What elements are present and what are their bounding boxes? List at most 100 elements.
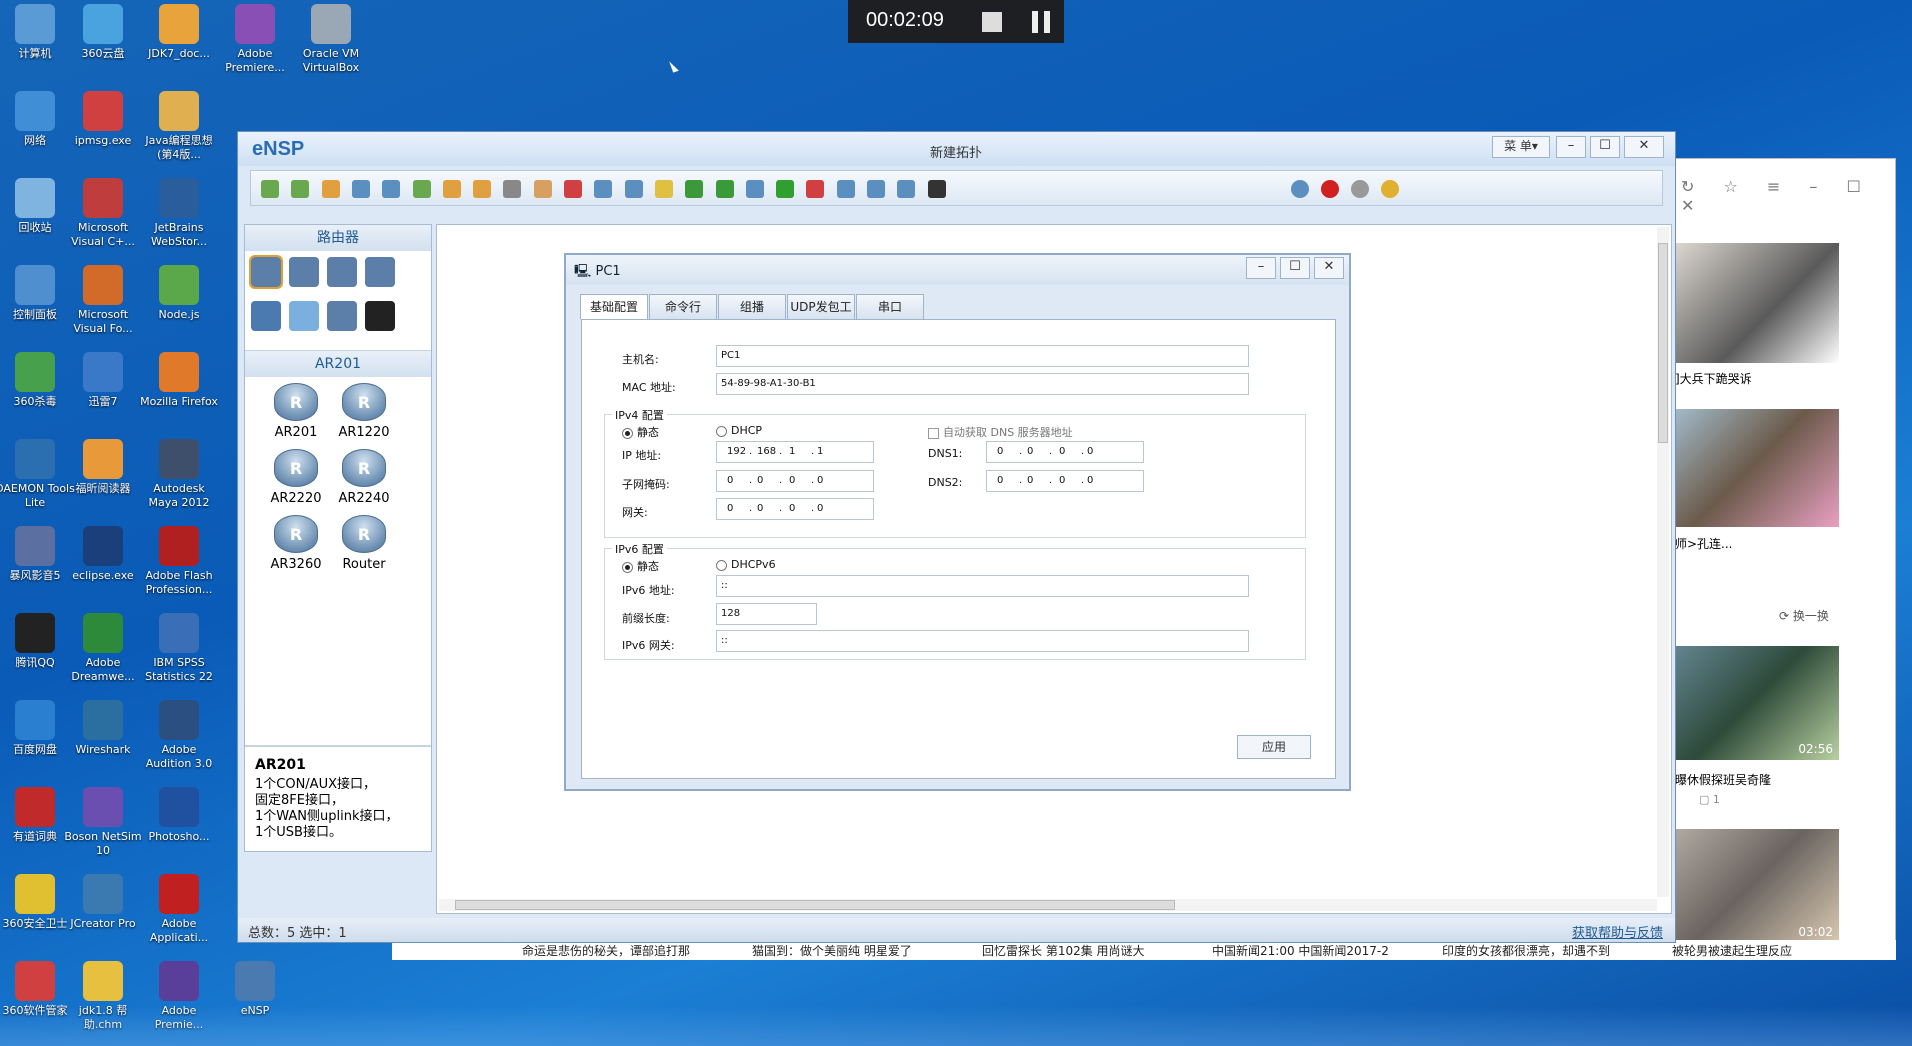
device-category-icon[interactable] (365, 257, 395, 287)
toolbar-icon[interactable] (533, 180, 552, 198)
dhcp-radio[interactable]: DHCP (716, 424, 762, 437)
desktop-icon[interactable]: Java编程思想(第4版... (138, 89, 220, 162)
menu-button[interactable]: 菜 单▾ (1492, 136, 1550, 158)
desktop-icon[interactable]: JDK7_doc... (138, 2, 220, 61)
toolbar-icon[interactable] (806, 180, 825, 198)
toolbar-icon[interactable] (473, 180, 492, 198)
desktop-icon[interactable]: 迅雷7 (62, 350, 144, 409)
toolbar-icon[interactable] (927, 180, 946, 198)
prefix-field[interactable]: 128 (716, 603, 817, 625)
device-category-icon[interactable] (289, 301, 319, 331)
toolbar-icon[interactable] (1321, 180, 1339, 198)
toolbar-icon[interactable] (1381, 180, 1399, 198)
toolbar-icon[interactable] (291, 180, 310, 198)
desktop-icon[interactable]: Adobe Dreamwe... (62, 611, 144, 684)
thumbnail-image[interactable] (1661, 409, 1839, 527)
toolbar-icon[interactable] (715, 180, 734, 198)
tab-2[interactable]: 组播 (718, 294, 786, 320)
minimize-icon[interactable]: – (1246, 257, 1276, 279)
mask-field[interactable]: 0.0.0.0 (716, 470, 874, 492)
toolbar-icon[interactable] (867, 180, 885, 198)
news-headline[interactable]: 被轮男被逮起生理反应 (1672, 942, 1792, 959)
gateway-field[interactable]: 0.0.0.0 (716, 498, 874, 520)
dns1-field[interactable]: 0.0.0.0 (986, 441, 1144, 463)
desktop-icon[interactable]: Microsoft Visual Fo... (62, 263, 144, 336)
desktop-icon[interactable]: Adobe Applicati... (138, 872, 220, 945)
device-category-icon[interactable] (365, 301, 395, 331)
tab-0[interactable]: 基础配置 (580, 294, 648, 320)
maximize-icon[interactable]: ☐ (1590, 136, 1620, 158)
news-headline[interactable]: 猫国到：做个美丽纯 明星爱了 (752, 942, 912, 959)
section-router[interactable]: 路由器 (245, 225, 431, 251)
toolbar-icon[interactable] (564, 180, 582, 198)
mac-field[interactable]: 54-89-98-A1-30-B1 (716, 373, 1249, 395)
desktop-icon[interactable]: JCreator Pro (62, 872, 144, 931)
toolbar-icon[interactable] (594, 180, 613, 198)
device-item[interactable]: R AR3260 (261, 515, 331, 572)
pause-icon[interactable] (1032, 11, 1038, 33)
video-thumbnail[interactable]: 03:02 (1661, 829, 1839, 943)
toolbar-icon[interactable] (745, 180, 764, 198)
static6-radio[interactable]: 静态 (622, 558, 659, 574)
device-item[interactable]: R Router (329, 515, 399, 572)
refresh-link[interactable]: ⟳ 换一换 (1779, 607, 1829, 624)
caption[interactable]: 奇]大兵下跪哭诉 (1663, 370, 1752, 387)
desktop-icon[interactable]: 360云盘 (62, 2, 144, 61)
vertical-scrollbar[interactable] (1657, 227, 1669, 897)
help-link[interactable]: 获取帮助与反馈 (1572, 922, 1663, 941)
auto-dns-checkbox[interactable]: 自动获取 DNS 服务器地址 (928, 424, 1073, 440)
desktop-icon[interactable]: IBM SPSS Statistics 22 (138, 611, 220, 684)
minimize-icon[interactable]: – (1556, 136, 1586, 158)
news-headline[interactable]: 中国新闻21:00 中国新闻2017-2 (1212, 942, 1389, 959)
tab-3[interactable]: UDP发包工具 (787, 294, 855, 338)
hostname-field[interactable]: PC1 (716, 345, 1249, 367)
desktop-icon[interactable]: Microsoft Visual C+... (62, 176, 144, 249)
caption[interactable]: 自曝休假探班吴奇隆 (1663, 771, 1771, 788)
news-headline[interactable]: 命运是悲伤的秘关，谭部追打那 (522, 942, 690, 959)
toolbar-icon[interactable] (412, 180, 431, 198)
ip-field[interactable]: 192. 168. 1. 1 (716, 441, 874, 463)
desktop-icon[interactable]: Node.js (138, 263, 220, 322)
device-category-icon[interactable] (251, 301, 281, 331)
desktop-icon[interactable]: Oracle VM VirtualBox (290, 2, 372, 75)
dns2-field[interactable]: 0.0.0.0 (986, 470, 1144, 492)
toolbar-icon[interactable] (624, 180, 643, 198)
ipv6-field[interactable]: :: (716, 575, 1249, 597)
toolbar-icon[interactable] (442, 180, 461, 198)
toolbar-icon[interactable] (897, 180, 916, 198)
maximize-icon[interactable]: ☐ (1280, 257, 1310, 279)
ipv6-gw-field[interactable]: :: (716, 630, 1249, 652)
toolbar-icon[interactable] (654, 180, 673, 198)
toolbar-icon[interactable] (261, 180, 279, 198)
desktop-icon[interactable]: JetBrains WebStor... (138, 176, 220, 249)
close-icon[interactable]: ✕ (1624, 136, 1664, 158)
desktop-icon[interactable]: ipmsg.exe (62, 89, 144, 148)
desktop-icon[interactable]: Mozilla Firefox (138, 350, 220, 409)
section-ar201[interactable]: AR201 (245, 351, 431, 377)
desktop-icon[interactable]: Photosho... (138, 785, 220, 844)
horizontal-scrollbar[interactable] (439, 899, 1657, 911)
desktop-icon[interactable]: eclipse.exe (62, 524, 144, 583)
desktop-icon[interactable]: Adobe Premiere... (214, 2, 296, 75)
stop-icon[interactable] (982, 12, 1002, 32)
apply-button[interactable]: 应用 (1237, 735, 1311, 759)
toolbar-icon[interactable] (776, 180, 795, 198)
tab-4[interactable]: 串口 (856, 294, 924, 320)
tab-1[interactable]: 命令行 (649, 294, 717, 320)
toolbar-icon[interactable] (1291, 180, 1309, 198)
toolbar-icon[interactable] (321, 180, 340, 198)
desktop-icon[interactable]: 福昕阅读器 (62, 437, 144, 496)
dhcpv6-radio[interactable]: DHCPv6 (716, 558, 776, 571)
toolbar-icon[interactable] (836, 180, 855, 198)
toolbar-icon[interactable] (503, 180, 522, 198)
news-headline[interactable]: 回忆雷探长 第102集 用尚谜大 (982, 942, 1145, 959)
toolbar-icon[interactable] (685, 180, 704, 198)
toolbar-icon[interactable] (351, 180, 370, 198)
desktop-icon[interactable]: Boson NetSim 10 (62, 785, 144, 858)
toolbar-icon[interactable] (1351, 180, 1369, 198)
device-item[interactable]: R AR2240 (329, 449, 399, 506)
device-item[interactable]: R AR1220 (329, 383, 399, 440)
toolbar-icon[interactable] (382, 180, 401, 198)
desktop-icon[interactable]: Autodesk Maya 2012 (138, 437, 220, 510)
device-category-icon[interactable] (327, 257, 357, 287)
